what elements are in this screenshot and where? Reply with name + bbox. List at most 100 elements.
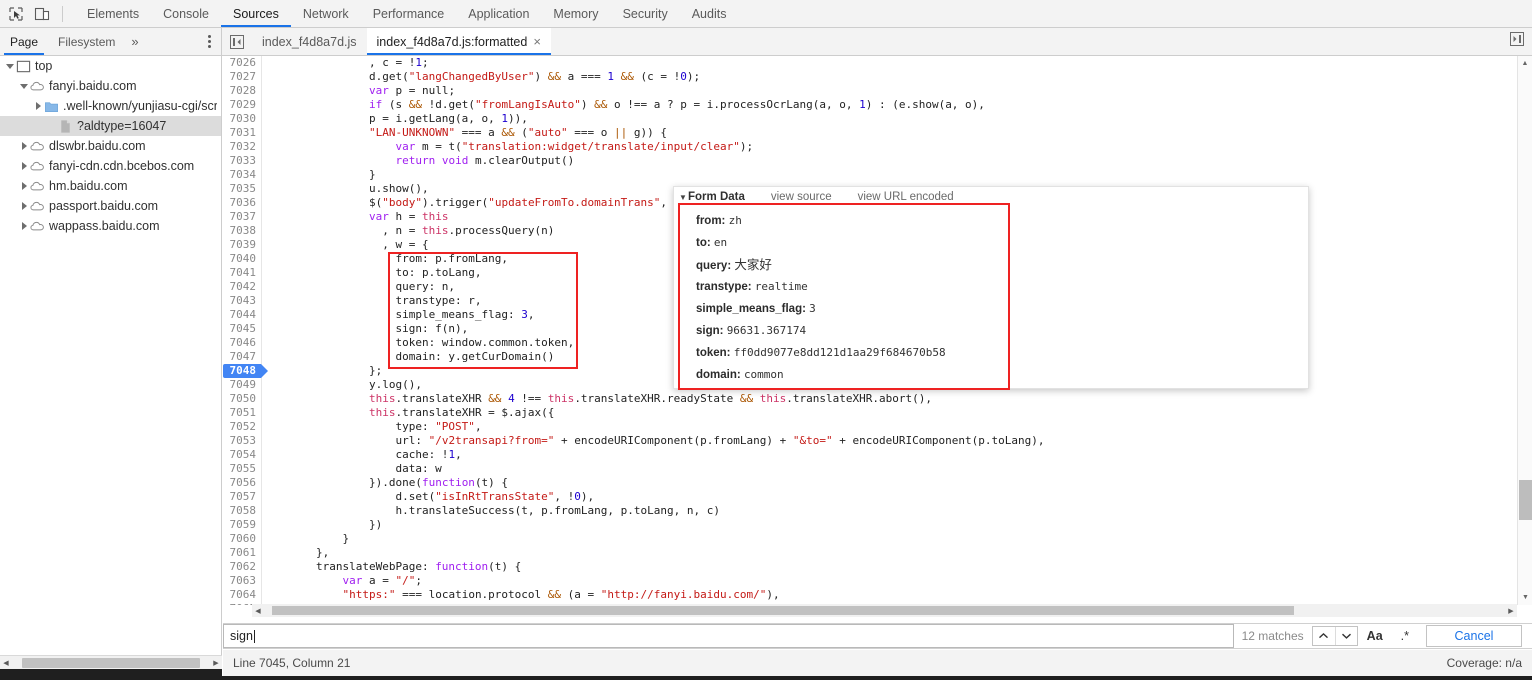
tree-item-well-known-yunjiasu-cgi-script[interactable]: .well-known/yunjiasu-cgi/script bbox=[0, 96, 221, 116]
chevron-right-icon[interactable] bbox=[18, 220, 30, 232]
code-line[interactable]: type: "POST", bbox=[263, 420, 1517, 434]
code-line[interactable]: var p = null; bbox=[263, 84, 1517, 98]
line-number[interactable]: 7063 bbox=[223, 574, 261, 588]
tree-item-wappass-baidu-com[interactable]: wappass.baidu.com bbox=[0, 216, 221, 236]
tab-security[interactable]: Security bbox=[611, 0, 680, 27]
view-source-link[interactable]: view source bbox=[771, 191, 832, 203]
line-number[interactable]: 7027 bbox=[223, 70, 261, 84]
line-number[interactable]: 7064 bbox=[223, 588, 261, 602]
editor-vertical-scrollbar[interactable]: ▲ ▼ bbox=[1517, 56, 1532, 605]
line-number[interactable]: 7059 bbox=[223, 518, 261, 532]
view-url-encoded-link[interactable]: view URL encoded bbox=[858, 191, 954, 203]
tab-console[interactable]: Console bbox=[151, 0, 221, 27]
line-number[interactable]: 7053 bbox=[223, 434, 261, 448]
chevron-right-icon[interactable] bbox=[18, 200, 30, 212]
line-number[interactable]: 7029 bbox=[223, 98, 261, 112]
match-case-toggle[interactable]: Aa bbox=[1358, 629, 1392, 643]
line-number[interactable]: 7045 bbox=[223, 322, 261, 336]
scroll-right-icon[interactable]: ▶ bbox=[210, 659, 222, 667]
navigator-file-tree[interactable]: top fanyi.baidu.com .well-known/yunjiasu-c… bbox=[0, 56, 222, 655]
scroll-right-icon[interactable]: ▶ bbox=[1505, 607, 1517, 615]
scroll-track[interactable] bbox=[12, 656, 210, 670]
chevron-down-icon[interactable] bbox=[4, 60, 16, 72]
code-line[interactable]: d.get("langChangedByUser") && a === 1 &&… bbox=[263, 70, 1517, 84]
line-number[interactable]: 7049 bbox=[223, 378, 261, 392]
line-number[interactable]: 7036 bbox=[223, 196, 261, 210]
chevron-right-icon[interactable] bbox=[18, 180, 30, 192]
code-line[interactable]: }) bbox=[263, 518, 1517, 532]
line-number[interactable]: 7047 bbox=[223, 350, 261, 364]
scroll-left-icon[interactable]: ◀ bbox=[0, 659, 12, 667]
hide-navigator-icon[interactable] bbox=[222, 28, 252, 55]
line-number[interactable]: 7055 bbox=[223, 462, 261, 476]
file-tab-index-formatted[interactable]: index_f4d8a7d.js:formatted × bbox=[366, 28, 552, 55]
line-number[interactable]: 7040 bbox=[223, 252, 261, 266]
regex-toggle[interactable]: .* bbox=[1392, 629, 1418, 643]
inspect-element-icon[interactable] bbox=[8, 6, 24, 22]
tab-sources[interactable]: Sources bbox=[220, 0, 291, 27]
code-line[interactable]: cache: !1, bbox=[263, 448, 1517, 462]
line-number[interactable]: 7031 bbox=[223, 126, 261, 140]
line-number[interactable]: 7033 bbox=[223, 154, 261, 168]
tab-application[interactable]: Application bbox=[456, 0, 541, 27]
code-line[interactable]: if (s && !d.get("fromLangIsAuto") && o !… bbox=[263, 98, 1517, 112]
tree-item-dlswbr-baidu-com[interactable]: dlswbr.baidu.com bbox=[0, 136, 221, 156]
code-line[interactable]: , c = !1; bbox=[263, 56, 1517, 70]
line-number[interactable]: 7060 bbox=[223, 532, 261, 546]
code-line[interactable]: this.translateXHR = $.ajax({ bbox=[263, 406, 1517, 420]
search-next-button[interactable] bbox=[1334, 627, 1357, 645]
close-icon[interactable]: × bbox=[533, 35, 541, 48]
tab-memory[interactable]: Memory bbox=[541, 0, 610, 27]
line-number[interactable]: 7043 bbox=[223, 294, 261, 308]
code-line[interactable]: d.set("isInRtTransState", !0), bbox=[263, 490, 1517, 504]
tab-elements[interactable]: Elements bbox=[75, 0, 151, 27]
tab-audits[interactable]: Audits bbox=[680, 0, 739, 27]
search-prev-button[interactable] bbox=[1313, 627, 1335, 645]
form-data-popup[interactable]: ▼ Form Data view source view URL encoded… bbox=[673, 186, 1309, 389]
chevron-down-icon[interactable] bbox=[18, 80, 30, 92]
line-number[interactable]: 7032 bbox=[223, 140, 261, 154]
code-line[interactable]: this.translateXHR && 4 !== this.translat… bbox=[263, 392, 1517, 406]
tree-item-passport-baidu-com[interactable]: passport.baidu.com bbox=[0, 196, 221, 216]
navigator-horizontal-scrollbar[interactable]: ◀ ▶ bbox=[0, 655, 222, 669]
scroll-up-icon[interactable]: ▲ bbox=[1518, 56, 1532, 71]
code-line[interactable]: translateWebPage: function(t) { bbox=[263, 560, 1517, 574]
nav-more-tabs-icon[interactable]: » bbox=[125, 28, 144, 55]
code-line[interactable]: data: w bbox=[263, 462, 1517, 476]
line-number[interactable]: 7041 bbox=[223, 266, 261, 280]
file-tab-index[interactable]: index_f4d8a7d.js bbox=[252, 28, 367, 55]
code-line[interactable]: } bbox=[263, 168, 1517, 182]
line-number[interactable]: 7038 bbox=[223, 224, 261, 238]
code-line[interactable]: } bbox=[263, 532, 1517, 546]
chevron-right-icon[interactable] bbox=[18, 160, 30, 172]
line-number[interactable]: 7052 bbox=[223, 420, 261, 434]
show-debugger-icon[interactable] bbox=[1510, 32, 1524, 51]
chevron-down-icon[interactable]: ▼ bbox=[678, 193, 688, 202]
line-number[interactable]: 7058 bbox=[223, 504, 261, 518]
tree-item-aldtype-16047[interactable]: ?aldtype=16047 bbox=[0, 116, 221, 136]
line-number[interactable]: 7037 bbox=[223, 210, 261, 224]
scroll-track[interactable] bbox=[264, 604, 1505, 617]
code-line[interactable]: }).done(function(t) { bbox=[263, 476, 1517, 490]
line-number[interactable]: 7035 bbox=[223, 182, 261, 196]
device-toolbar-icon[interactable] bbox=[34, 6, 50, 22]
line-number[interactable]: 7057 bbox=[223, 490, 261, 504]
chevron-right-icon[interactable] bbox=[32, 100, 44, 112]
line-number[interactable]: 7046 bbox=[223, 336, 261, 350]
code-line[interactable]: "https:" === location.protocol && (a = "… bbox=[263, 588, 1517, 602]
tab-performance[interactable]: Performance bbox=[361, 0, 457, 27]
code-line[interactable]: var m = t("translation:widget/translate/… bbox=[263, 140, 1517, 154]
line-number[interactable]: 7026 bbox=[223, 56, 261, 70]
code-line[interactable]: p = i.getLang(a, o, 1)), bbox=[263, 112, 1517, 126]
nav-tab-page[interactable]: Page bbox=[0, 28, 48, 55]
line-number[interactable]: 7054 bbox=[223, 448, 261, 462]
tree-item-top[interactable]: top bbox=[0, 56, 221, 76]
tree-item-hm-baidu-com[interactable]: hm.baidu.com bbox=[0, 176, 221, 196]
line-number[interactable]: 7062 bbox=[223, 560, 261, 574]
line-number[interactable]: 7061 bbox=[223, 546, 261, 560]
line-number[interactable]: 7030 bbox=[223, 112, 261, 126]
nav-tab-filesystem[interactable]: Filesystem bbox=[48, 28, 125, 55]
code-line[interactable]: return void m.clearOutput() bbox=[263, 154, 1517, 168]
scroll-thumb[interactable] bbox=[1519, 480, 1532, 520]
line-number[interactable]: 7044 bbox=[223, 308, 261, 322]
